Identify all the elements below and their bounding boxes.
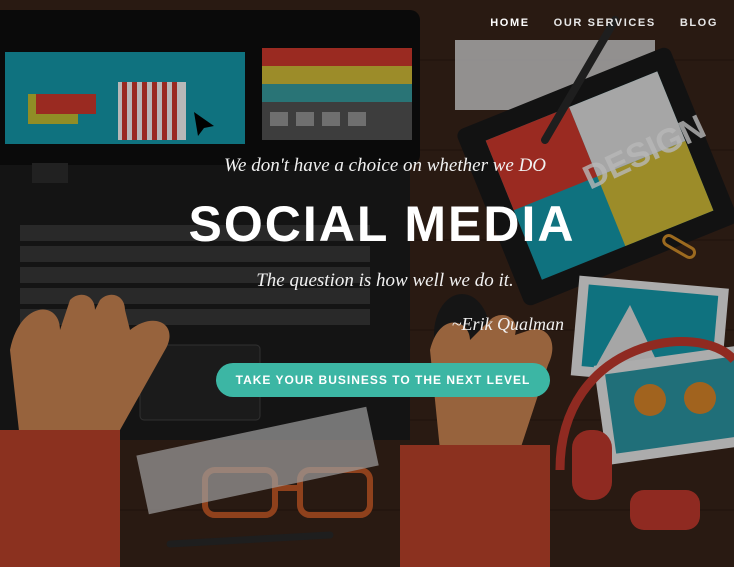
quote-line-2: The question is how well we do it.: [256, 270, 514, 291]
quote-author: ~Erik Qualman: [451, 314, 564, 334]
cta-button[interactable]: TAKE YOUR BUSINESS TO THE NEXT LEVEL: [216, 363, 550, 397]
hero-section: DESIGN HOME OUR SERVICES BLOG We don't h…: [0, 0, 734, 567]
quote-line-1: We don't have a choice on whether we DO: [223, 155, 547, 176]
hero-content: We don't have a choice on whether we DO …: [0, 0, 734, 567]
page-title: SOCIAL MEDIA: [188, 196, 576, 252]
